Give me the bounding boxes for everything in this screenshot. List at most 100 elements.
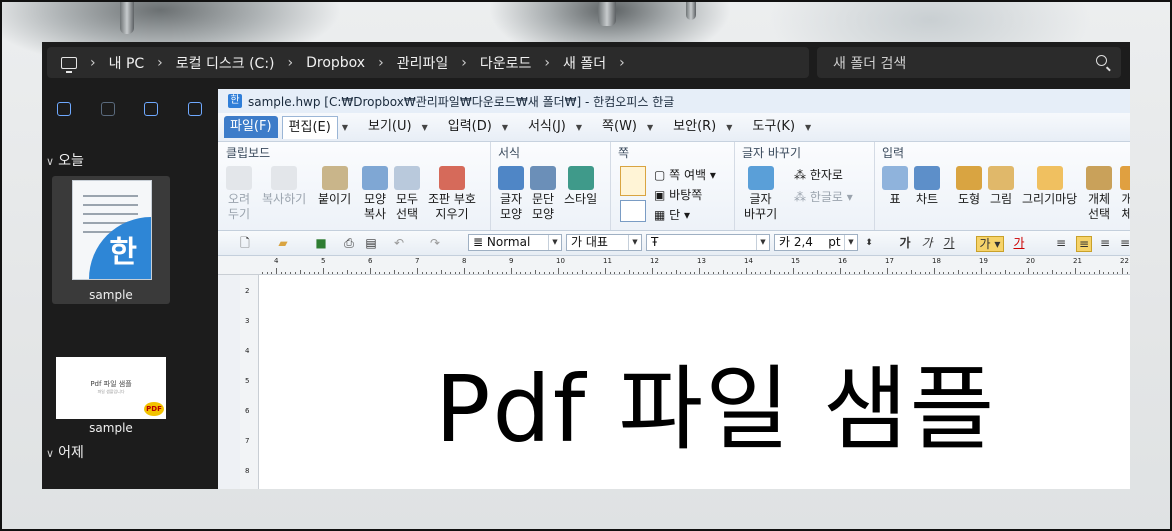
chevron-down-icon[interactable]: ∨ [46,447,54,460]
picture-button[interactable]: 그림 [988,166,1014,207]
chevron-down-icon[interactable]: ▼ [647,123,653,132]
redo-icon[interactable]: ↷ [428,236,442,250]
to-hangul-button[interactable]: ⁂ 한글로 ▾ [794,188,853,205]
align-left-icon[interactable]: ≡ [1076,236,1092,252]
document-page[interactable]: Pdf 파일 샘플 파일 샘플입니다 [259,275,1130,489]
underline-button[interactable]: 가 [942,236,956,250]
preview-icon[interactable]: ▤ [364,236,378,250]
font-language-select[interactable]: 가 대표 ▼ [566,234,642,251]
object-button[interactable]: 개체 [1120,166,1130,222]
size-stepper-icon[interactable]: ⬍ [862,236,876,250]
save-icon[interactable]: ■ [314,236,328,250]
chevron-right-icon[interactable]: › [461,55,467,71]
chevron-down-icon[interactable]: ▼ [548,235,561,250]
shape-button[interactable]: 도형 [956,166,982,207]
chevron-down-icon[interactable]: ∨ [46,155,54,168]
ruler-tick [1103,272,1105,274]
font-select[interactable]: Ŧ ▼ [646,234,770,251]
justify-icon[interactable]: ≡ [1054,236,1068,250]
breadcrumb-item[interactable]: 관리파일 [397,53,449,73]
table-button[interactable]: 표 [882,166,908,207]
computer-icon[interactable] [61,56,77,73]
chevron-down-icon[interactable]: ▼ [844,235,857,250]
page-layout-icon[interactable] [620,200,646,222]
copy-icon[interactable] [56,102,71,116]
horizontal-ruler[interactable]: 4 5 6 7 8 9 10 11 12 13 14 15 16 17 18 19 20 21 22 [218,256,1130,275]
char-convert-button[interactable]: 글자 바꾸기 [744,166,777,222]
chevron-down-icon[interactable]: ▼ [805,123,811,132]
menu-insert[interactable]: 입력(D) [442,116,498,138]
breadcrumb-item[interactable]: 로컬 디스크 (C:) [176,53,275,73]
clear-codes-button[interactable]: 조판 부호 지우기 [428,166,476,222]
menu-format[interactable]: 서식(J) [522,116,572,138]
menu-edit[interactable]: 편집(E) [281,115,338,139]
page-icon[interactable] [620,166,646,196]
master-page-button[interactable]: ▣ 바탕쪽 [654,186,702,203]
group-header-today[interactable]: ∨ 오늘 [46,150,84,170]
char-shape-button[interactable]: 글자 모양 [498,166,524,222]
print-icon[interactable]: ⎙ [342,236,356,250]
cut-button[interactable]: 오려 두기 [226,166,252,222]
chart-button[interactable]: 차트 [914,166,940,207]
chevron-down-icon[interactable]: ▼ [576,123,582,132]
drawing-gallery-button[interactable]: 그리기마당 [1022,166,1077,207]
file-item-hwp[interactable]: 한 sample [52,176,170,304]
ruler-tick [971,272,973,274]
para-shape-button[interactable]: 문단 모양 [530,166,556,222]
highlight-button[interactable]: 가 ▾ [976,236,1004,252]
rename-icon[interactable] [144,102,159,116]
ruler-tick [506,272,508,274]
share-icon[interactable] [188,102,203,116]
page-margin-button[interactable]: ▢ 쪽 여백 ▾ [654,166,716,183]
font-size-input[interactable]: 카 2,4 pt ▼ [774,234,858,251]
chevron-right-icon[interactable]: › [378,55,384,71]
copy-button[interactable]: 복사하기 [262,166,306,207]
chevron-down-icon[interactable]: ▼ [502,123,508,132]
ruler-tick [337,272,339,274]
group-header-yesterday[interactable]: ∨ 어제 [46,442,84,462]
open-folder-icon[interactable]: ▰ [276,236,290,250]
paste-button[interactable]: 붙이기 [318,166,351,207]
format-copy-button[interactable]: 모양 복사 [362,166,388,222]
bold-button[interactable]: 가 [898,236,912,250]
vertical-ruler[interactable]: 2 3 4 5 6 7 8 [240,275,259,489]
chevron-down-icon[interactable]: ▼ [342,123,348,132]
select-all-button[interactable]: 모두 선택 [394,166,420,222]
column-button[interactable]: ▦ 단 ▾ [654,206,690,223]
menu-file[interactable]: 파일(F) [224,116,278,138]
chevron-right-icon[interactable]: › [619,55,625,71]
ruler-tick [633,272,635,274]
search-input[interactable]: 새 폴더 검색 [817,47,1121,78]
breadcrumb-item[interactable]: Dropbox [306,55,365,71]
new-document-icon[interactable]: 🗋 [238,236,252,250]
breadcrumb-item[interactable]: 다운로드 [480,53,532,73]
style-button[interactable]: 스타일 [564,166,597,207]
ruler-tick [680,272,682,274]
to-hanja-button[interactable]: ⁂ 한자로 [794,166,843,183]
chevron-right-icon[interactable]: › [90,55,96,71]
undo-icon[interactable]: ↶ [392,236,406,250]
menu-tools[interactable]: 도구(K) [746,116,801,138]
chevron-right-icon[interactable]: › [288,55,294,71]
align-center-icon[interactable]: ≡ [1118,236,1130,250]
chevron-down-icon[interactable]: ▼ [422,123,428,132]
chevron-right-icon[interactable]: › [544,55,550,71]
paste-icon[interactable] [100,102,115,116]
select-object-button[interactable]: 개체 선택 [1086,166,1112,222]
style-select[interactable]: ≣ Normal ▼ [468,234,562,251]
menu-page[interactable]: 쪽(W) [596,116,643,138]
menu-view[interactable]: 보기(U) [362,116,418,138]
breadcrumb-item[interactable]: 새 폴더 [563,53,606,73]
chevron-down-icon[interactable]: ▼ [628,235,641,250]
menu-security[interactable]: 보안(R) [667,116,722,138]
file-item-pdf[interactable]: Pdf 파일 샘플 파일 샘플입니다 PDF sample [52,357,170,437]
search-icon[interactable] [1096,55,1107,66]
chevron-down-icon[interactable]: ▼ [726,123,732,132]
breadcrumb-item[interactable]: 내 PC [109,53,145,73]
address-bar[interactable]: › 내 PC › 로컬 디스크 (C:) › Dropbox › 관리파일 › … [47,47,809,78]
chevron-right-icon[interactable]: › [157,55,163,71]
chevron-down-icon[interactable]: ▼ [756,235,769,250]
align-right-icon[interactable]: ≡ [1098,236,1112,250]
font-color-button[interactable]: 가 [1012,236,1026,250]
italic-button[interactable]: 가 [920,236,934,250]
